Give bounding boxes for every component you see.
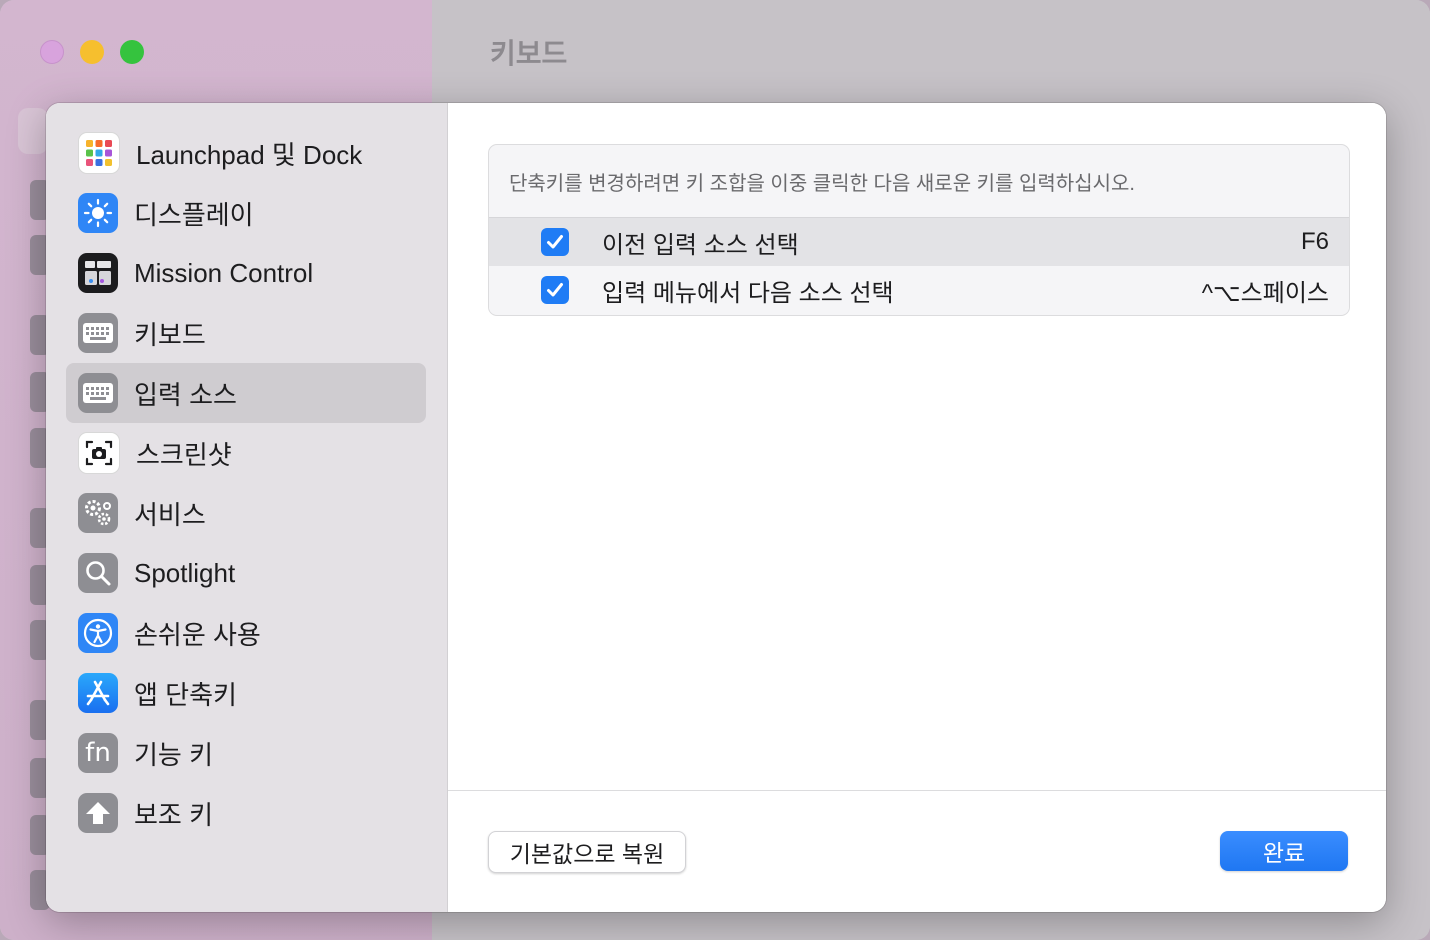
sidebar-item-label: 키보드	[134, 319, 206, 350]
sidebar-item-label: 서비스	[134, 499, 206, 530]
modifier-key-icon	[78, 793, 118, 833]
sidebar-item-function-keys[interactable]: fn 기능 키	[66, 723, 426, 783]
instruction-text: 단축키를 변경하려면 키 조합을 이중 클릭한 다음 새로운 키를 입력하십시오…	[509, 173, 1135, 195]
sidebar-item-label: 앱 단축키	[134, 679, 237, 710]
sidebar-item-accessibility[interactable]: 손쉬운 사용	[66, 603, 426, 663]
shortcut-key[interactable]: ^⌥스페이스	[1202, 273, 1329, 308]
sidebar-item-mission-control[interactable]: Mission Control	[66, 243, 426, 303]
sidebar-item-label: 입력 소스	[134, 379, 237, 410]
sidebar-item-label: 기능 키	[134, 739, 213, 770]
screenshot-icon	[78, 432, 120, 474]
sidebar-item-input-sources[interactable]: 입력 소스	[66, 363, 426, 423]
fn-glyph: fn	[85, 738, 111, 768]
sidebar-item-modifier-keys[interactable]: 보조 키	[66, 783, 426, 843]
sidebar-item-label: 보조 키	[134, 799, 213, 830]
sidebar-item-services[interactable]: 서비스	[66, 483, 426, 543]
footer-divider	[448, 790, 1386, 791]
minimize-window-button[interactable]	[80, 40, 104, 64]
fn-key-icon: fn	[78, 733, 118, 773]
launchpad-icon	[78, 132, 120, 174]
sidebar-item-label: 손쉬운 사용	[134, 619, 261, 650]
sidebar-item-label: Spotlight	[134, 557, 236, 588]
shortcut-list: 단축키를 변경하려면 키 조합을 이중 클릭한 다음 새로운 키를 입력하십시오…	[488, 144, 1350, 316]
shortcuts-sidebar: Launchpad 및 Dock 디스플레이 Mission Control 키…	[46, 103, 448, 912]
done-button[interactable]: 완료	[1220, 831, 1348, 871]
gears-icon	[78, 493, 118, 533]
app-store-icon	[78, 673, 118, 713]
accessibility-icon	[78, 613, 118, 653]
close-window-button[interactable]	[40, 40, 64, 64]
shortcut-row-next-source[interactable]: 입력 메뉴에서 다음 소스 선택 ^⌥스페이스	[489, 266, 1349, 314]
keyboard-shortcuts-sheet: Launchpad 및 Dock 디스플레이 Mission Control 키…	[46, 103, 1386, 912]
sidebar-item-keyboard[interactable]: 키보드	[66, 303, 426, 363]
search-field-hint	[18, 108, 48, 154]
sidebar-item-label: Launchpad 및 Dock	[136, 139, 363, 170]
sidebar-item-label: 디스플레이	[134, 199, 254, 230]
sidebar-item-screenshot[interactable]: 스크린샷	[66, 423, 426, 483]
sidebar-item-spotlight[interactable]: Spotlight	[66, 543, 426, 603]
shortcut-checkbox[interactable]	[541, 276, 569, 304]
checkmark-icon	[547, 235, 563, 249]
input-sources-icon	[78, 373, 118, 413]
shortcut-label: 이전 입력 소스 선택	[602, 231, 799, 259]
shortcuts-content: 단축키를 변경하려면 키 조합을 이중 클릭한 다음 새로운 키를 입력하십시오…	[448, 103, 1386, 912]
sidebar-item-app-shortcuts[interactable]: 앱 단축키	[66, 663, 426, 723]
spotlight-icon	[78, 553, 118, 593]
sidebar-item-launchpad[interactable]: Launchpad 및 Dock	[66, 123, 426, 183]
shortcut-row-previous-source[interactable]: 이전 입력 소스 선택 F6	[489, 217, 1349, 266]
sidebar-item-label: 스크린샷	[136, 439, 232, 470]
sidebar-item-label: Mission Control	[134, 257, 314, 288]
checkmark-icon	[547, 283, 563, 297]
shortcut-checkbox[interactable]	[541, 228, 569, 256]
mission-control-icon	[78, 253, 118, 293]
keyboard-icon	[78, 313, 118, 353]
zoom-window-button[interactable]	[120, 40, 144, 64]
sidebar-item-display[interactable]: 디스플레이	[66, 183, 426, 243]
restore-defaults-button[interactable]: 기본값으로 복원	[488, 831, 686, 873]
shortcut-label: 입력 메뉴에서 다음 소스 선택	[602, 279, 894, 307]
shortcut-key[interactable]: F6	[1301, 228, 1329, 256]
window-title: 키보드	[490, 38, 568, 69]
display-icon	[78, 193, 118, 233]
